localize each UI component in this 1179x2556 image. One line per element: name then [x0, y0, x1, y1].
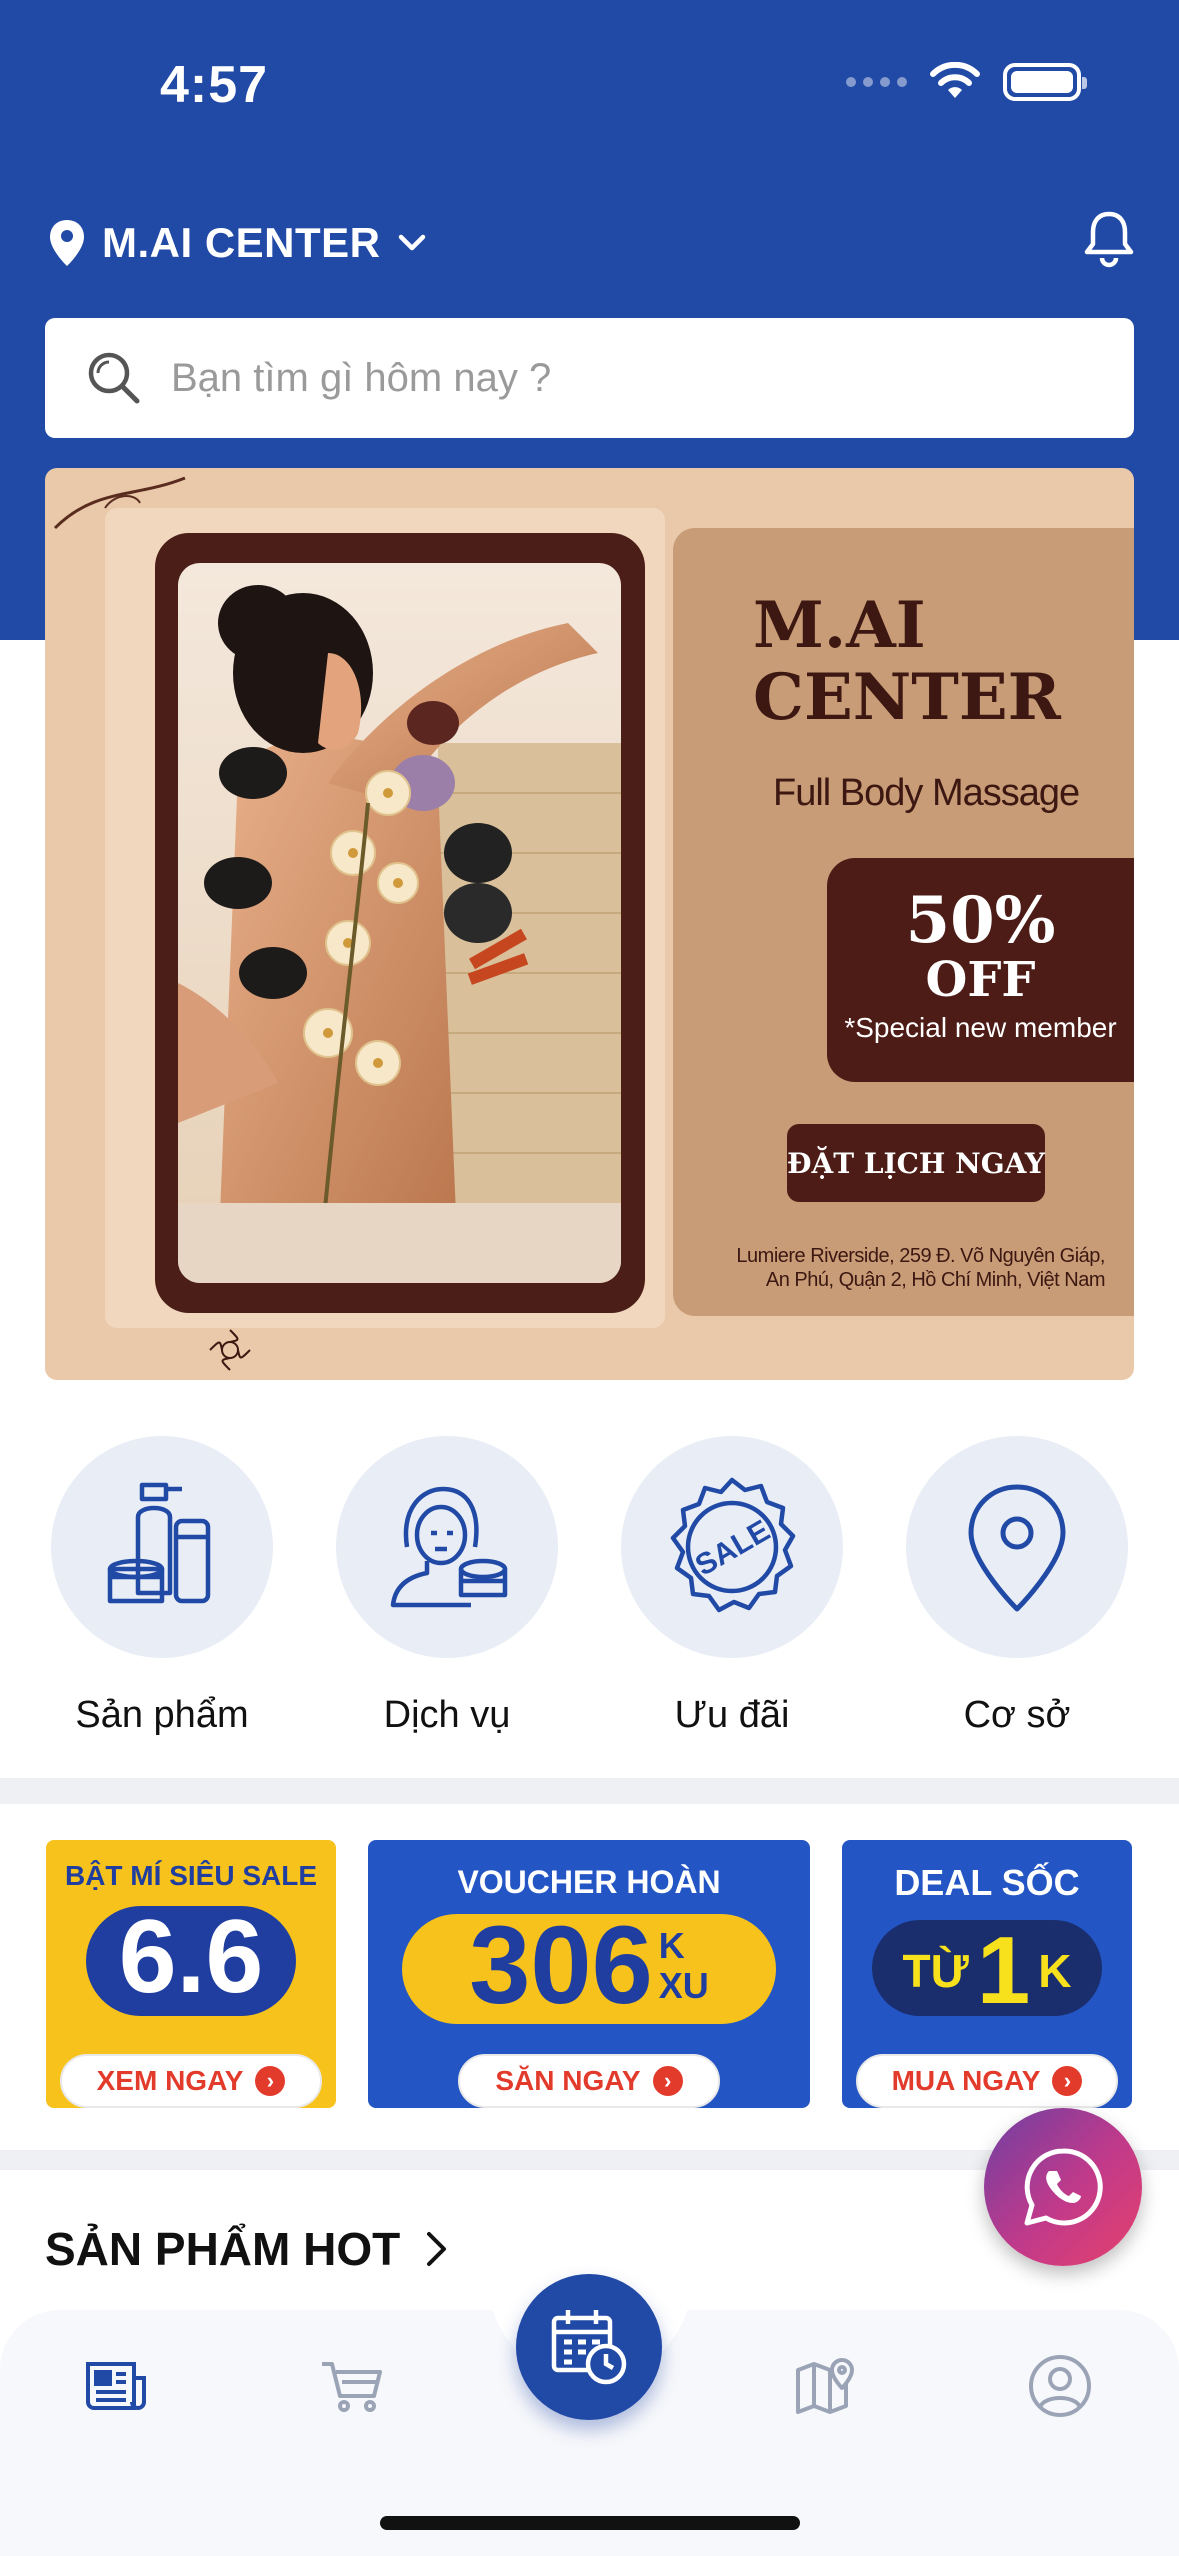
- banner-brand: M.AI CENTER: [753, 590, 1061, 734]
- category-products[interactable]: Sản phẩm: [51, 1436, 273, 1737]
- wifi-icon: [930, 62, 980, 98]
- hunt-now-button[interactable]: SĂN NGAY ›: [458, 2054, 720, 2108]
- beauty-service-icon: [390, 1486, 508, 1608]
- location-pin-icon: [50, 220, 84, 266]
- location-pin-icon: [968, 1484, 1066, 1612]
- view-now-label: XEM NGAY: [96, 2065, 244, 2096]
- voucher-shock-deal-big: 1: [976, 1917, 1031, 2024]
- notification-button[interactable]: [1081, 208, 1137, 273]
- banner-address: Lumiere Riverside, 259 Đ. Võ Nguyên Giáp…: [725, 1244, 1105, 1292]
- voucher-cashback-unit-bottom: XU: [658, 1964, 709, 2006]
- discount-badge: 50% OFF *Special new member: [827, 858, 1134, 1082]
- category-services-label: Dịch vụ: [383, 1694, 511, 1736]
- voucher-shock-deal[interactable]: DEAL SỐC TỪ 1 K MUA NGAY ›: [842, 1840, 1132, 2108]
- discount-percent: 50%: [905, 883, 1056, 958]
- section-divider: [0, 1778, 1179, 1804]
- discount-note: *Special new member: [844, 1012, 1117, 1043]
- nav-news[interactable]: [76, 2346, 156, 2426]
- hot-products-title: SẢN PHẨM HOT: [45, 2223, 401, 2275]
- bell-icon: [1084, 211, 1134, 268]
- news-icon: [86, 2362, 146, 2410]
- map-icon: [796, 2358, 854, 2414]
- voucher-cashback-big: 306: [469, 1904, 653, 2027]
- home-indicator: [380, 2516, 800, 2530]
- arrow-right-icon: ›: [652, 2066, 683, 2096]
- voucher-super-sale[interactable]: BẬT MÍ SIÊU SALE 6.6 XEM NGAY ›: [46, 1840, 336, 2108]
- booking-button[interactable]: [516, 2274, 662, 2420]
- voucher-shock-deal-unit: K: [1038, 1945, 1072, 1997]
- voucher-cashback-title: VOUCHER HOÀN: [457, 1864, 721, 1900]
- voucher-shock-deal-title: DEAL SỐC: [894, 1862, 1080, 1903]
- category-deals-circle: SALE: [621, 1436, 843, 1658]
- nav-map[interactable]: [786, 2346, 866, 2426]
- voucher-super-sale-big: 6.6: [118, 1899, 264, 2015]
- battery-icon: [1003, 63, 1087, 101]
- category-services[interactable]: Dịch vụ: [336, 1436, 558, 1737]
- category-deals[interactable]: SALE Ưu đãi: [621, 1436, 843, 1737]
- category-services-circle: [336, 1436, 558, 1658]
- voucher-super-sale-title: BẬT MÍ SIÊU SALE: [64, 1860, 317, 1891]
- category-locations[interactable]: Cơ sở: [906, 1436, 1128, 1737]
- voucher-shock-deal-prefix: TỪ: [902, 1945, 969, 1997]
- banner-subtitle: Full Body Massage: [773, 772, 1080, 814]
- hot-products-header[interactable]: SẢN PHẨM HOT: [45, 2222, 450, 2276]
- nav-profile[interactable]: [1020, 2346, 1100, 2426]
- banner-brand-line1: M.AI: [753, 588, 926, 663]
- arrow-right-icon: ›: [255, 2066, 286, 2096]
- status-icons: [846, 62, 1087, 102]
- view-now-button[interactable]: XEM NGAY ›: [60, 2054, 322, 2108]
- category-products-label: Sản phẩm: [75, 1694, 249, 1736]
- search-bar[interactable]: [45, 318, 1134, 438]
- cosmetics-icon: [107, 1482, 211, 1604]
- status-time: 4:57: [160, 56, 269, 114]
- category-deals-label: Ưu đãi: [674, 1694, 790, 1736]
- address-line2: An Phú, Quận 2, Hồ Chí Minh, Việt Nam: [765, 1269, 1106, 1291]
- search-input[interactable]: [171, 355, 1071, 401]
- arrow-right-icon: ›: [1052, 2066, 1083, 2096]
- category-locations-circle: [906, 1436, 1128, 1658]
- flower-decoration: [209, 1329, 251, 1371]
- buy-now-button[interactable]: MUA NGAY ›: [856, 2054, 1118, 2108]
- chevron-down-icon: [398, 234, 425, 251]
- sale-badge-icon: SALE: [670, 1477, 796, 1613]
- search-icon: [88, 352, 140, 404]
- voucher-cashback[interactable]: VOUCHER HOÀN 306 K XU SĂN NGAY ›: [368, 1840, 810, 2108]
- voucher-cashback-unit-top: K: [658, 1924, 685, 1966]
- spa-photo: [178, 563, 621, 1283]
- nav-cart[interactable]: [312, 2346, 392, 2426]
- address-line1: Lumiere Riverside, 259 Đ. Võ Nguyên Giáp…: [736, 1245, 1105, 1267]
- cart-icon: [322, 2362, 382, 2412]
- hunt-now-label: SĂN NGAY: [495, 2065, 641, 2096]
- category-locations-label: Cơ sở: [963, 1694, 1071, 1736]
- banner-brand-line2: CENTER: [753, 660, 1061, 735]
- whatsapp-chat-button[interactable]: [984, 2108, 1142, 2266]
- category-products-circle: [51, 1436, 273, 1658]
- svg-text:SALE: SALE: [690, 1514, 776, 1583]
- profile-icon: [1029, 2355, 1091, 2417]
- location-label: M.AI CENTER: [102, 219, 381, 266]
- book-now-button[interactable]: ĐẶT LỊCH NGAY: [787, 1124, 1045, 1202]
- location-selector[interactable]: M.AI CENTER: [48, 218, 427, 268]
- discount-off: OFF: [925, 952, 1036, 1008]
- booking-calendar-icon: [551, 2310, 627, 2385]
- chevron-right-icon: [427, 2232, 447, 2266]
- whatsapp-icon: [1024, 2148, 1103, 2226]
- buy-now-label: MUA NGAY: [891, 2065, 1041, 2096]
- cellular-signal-icon: [846, 77, 907, 87]
